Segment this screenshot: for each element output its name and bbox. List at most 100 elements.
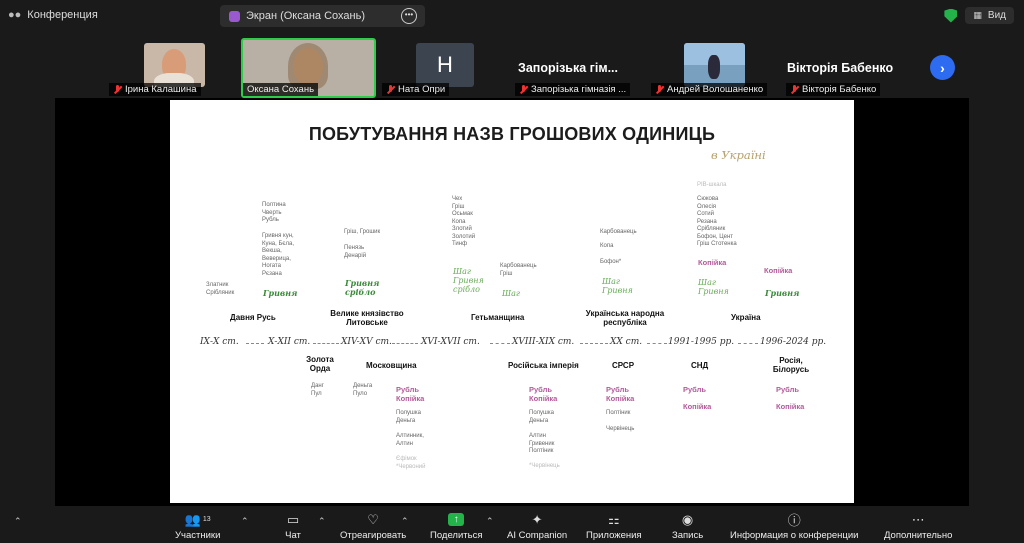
screen-share-indicator[interactable]: Экран (Оксана Сохань) ••• bbox=[220, 5, 425, 27]
timeline-dash bbox=[392, 343, 418, 344]
slide-title: ПОБУТУВАННЯ НАЗВ ГРОШОВИХ ОДИНИЦЬ bbox=[308, 124, 716, 144]
col7-hryvnia: Шаг Гривня bbox=[698, 278, 729, 296]
app-title: ●● Конференция bbox=[8, 9, 98, 21]
col1-names: Златник Срібляник bbox=[206, 282, 235, 296]
ri-small1: Полушка Деньга bbox=[529, 410, 554, 424]
timeline-dash bbox=[490, 343, 510, 344]
mos-small1: Полушка Деньга bbox=[396, 410, 421, 424]
participant-name: Андрей Волошаненко bbox=[667, 84, 764, 95]
chevron-up-icon[interactable]: ⌃ bbox=[14, 516, 22, 527]
chevron-up-icon[interactable]: ⌃ bbox=[401, 516, 409, 527]
zo-names: Данг Пул bbox=[311, 383, 324, 397]
ai-companion-button[interactable]: ✦ AI Companion bbox=[507, 512, 568, 542]
more-icon: ⋯ bbox=[911, 511, 925, 527]
participant-name: Ірина Калашина bbox=[125, 84, 197, 95]
participant-tag-5: Андрей Волошаненко bbox=[651, 83, 768, 96]
apps-icon: ⚏ bbox=[607, 511, 620, 527]
window-title: Конференция bbox=[27, 9, 98, 21]
chat-label: Чат bbox=[285, 530, 301, 541]
chevron-up-icon[interactable]: ⌃ bbox=[241, 516, 249, 527]
participants-button[interactable]: 👥 13 Участники bbox=[175, 511, 221, 542]
century-3: ХІV-ХV ст. bbox=[341, 337, 392, 347]
col2-names-top: Полтина Чверть Рубль bbox=[262, 202, 286, 223]
chevron-up-icon[interactable]: ⌃ bbox=[318, 516, 326, 527]
participants-count: 13 bbox=[202, 516, 211, 523]
share-label: Экран (Оксана Сохань) bbox=[246, 10, 366, 22]
col7-faint: РІВ-шкала bbox=[697, 182, 727, 188]
state-kyivan-rus: Давня Русь bbox=[230, 313, 276, 322]
mos-rubl: Рубль Копійка bbox=[396, 385, 425, 403]
century-7: 1991-1995 рр. bbox=[668, 337, 735, 347]
apps-button[interactable]: ⚏ Приложения bbox=[586, 511, 642, 542]
record-icon: ◉ bbox=[681, 511, 694, 527]
participant-name: Вікторія Бабенко bbox=[802, 84, 877, 95]
record-button[interactable]: ◉ Запись bbox=[672, 511, 704, 542]
avatar-initial: Н bbox=[437, 52, 453, 77]
chevron-right-icon: › bbox=[940, 59, 945, 76]
presentation-slide: ПОБУТУВАННЯ НАЗВ ГРОШОВИХ ОДИНИЦЬ в Укра… bbox=[170, 100, 854, 503]
col7-kopiyka: Копійка bbox=[698, 258, 727, 267]
col2-names: Гривня кун, Куна, Бєла, Векша, Веверица, Ног… bbox=[262, 233, 294, 277]
state-hetmanate: Гетьманщина bbox=[471, 313, 525, 322]
mic-muted-icon bbox=[655, 85, 664, 94]
security-shield-icon[interactable] bbox=[944, 8, 958, 23]
timeline-dash bbox=[580, 343, 608, 344]
record-label: Запись bbox=[672, 530, 704, 541]
timeline-dash bbox=[647, 343, 667, 344]
zoom-people-icon: ●● bbox=[8, 9, 22, 21]
share-button[interactable]: ↑ Поделиться bbox=[430, 512, 482, 541]
rb-rubl: Рубль bbox=[776, 385, 799, 394]
more-button[interactable]: ⋯ Дополнительно bbox=[884, 511, 953, 542]
meeting-info-button[interactable]: ⓘ Информация о конференции bbox=[730, 512, 859, 541]
mic-muted-icon bbox=[386, 85, 395, 94]
mos-faint: Єфімок *Червоний bbox=[396, 456, 426, 470]
state-cis: СНД bbox=[691, 361, 709, 370]
rb-kopiyka: Копійка bbox=[776, 402, 805, 411]
col3-names-top: Гріш, Грошик bbox=[344, 229, 381, 235]
century-6: ХХ ст. bbox=[610, 337, 643, 347]
participant-big-name-4: Запорізька гім... bbox=[518, 61, 618, 75]
ri-faint: *Червінець bbox=[529, 463, 560, 469]
participant-tag-1: Ірина Калашина bbox=[109, 83, 201, 96]
share-screen-icon bbox=[229, 10, 240, 22]
participant-video-1[interactable] bbox=[144, 43, 205, 87]
react-button[interactable]: ♡ Отреагировать bbox=[340, 511, 406, 542]
century-5: ХVІІІ-ХІХ ст. bbox=[512, 337, 575, 347]
ai-label: AI Companion bbox=[507, 530, 568, 541]
ussr-rubl: Рубль Копійка bbox=[606, 385, 635, 403]
participant-tag-2: Оксана Сохань bbox=[243, 83, 319, 96]
participant-big-name-6: Вікторія Бабенко bbox=[787, 61, 894, 75]
state-ussr: СРСР bbox=[612, 361, 635, 370]
participants-icon: 👥 13 bbox=[184, 511, 211, 527]
chat-icon: ▭ bbox=[286, 511, 300, 527]
col6-names-top: Карбованець bbox=[600, 229, 637, 235]
ri-rubl: Рубль Копійка bbox=[529, 385, 558, 403]
avatar-5 bbox=[708, 55, 720, 79]
more-label: Дополнительно bbox=[884, 530, 953, 541]
col6-kopa: Копа bbox=[600, 243, 614, 249]
ussr-small2: Червінець bbox=[606, 426, 635, 432]
ussr-small1: Полтіник bbox=[606, 410, 631, 416]
chevron-up-icon[interactable]: ⌃ bbox=[486, 516, 494, 527]
mic-muted-icon bbox=[790, 85, 799, 94]
participant-video-5[interactable] bbox=[684, 43, 745, 87]
cis-rubl: Рубль bbox=[683, 385, 706, 394]
participant-name: Запорізька гімназія ... bbox=[531, 84, 627, 95]
share-screen-icon: ↑ bbox=[448, 512, 465, 527]
participants-label: Участники bbox=[175, 530, 221, 541]
more-icon[interactable]: ••• bbox=[401, 8, 417, 24]
col5-shah: Шаг bbox=[502, 289, 520, 298]
view-button[interactable]: ▦ Вид bbox=[965, 7, 1014, 24]
ri-small2: Алтин Гривеник Полтіник bbox=[529, 433, 555, 454]
col3-names: Пенязь Денарій bbox=[344, 245, 367, 259]
heart-icon: ♡ bbox=[367, 511, 379, 527]
state-muscovy: Московщина bbox=[366, 361, 417, 370]
cis-kopiyka: Копійка bbox=[683, 402, 712, 411]
participant-video-3[interactable]: Н bbox=[416, 43, 474, 87]
chat-button[interactable]: ▭ Чат bbox=[285, 511, 301, 542]
col5-names: Карбованець Гріш bbox=[500, 263, 537, 277]
timeline-dash bbox=[246, 343, 264, 344]
century-4: ХVІ-ХVІІ ст. bbox=[421, 337, 480, 347]
next-page-button[interactable]: › bbox=[930, 55, 955, 80]
state-unr: Українська народна республіка bbox=[585, 309, 665, 327]
